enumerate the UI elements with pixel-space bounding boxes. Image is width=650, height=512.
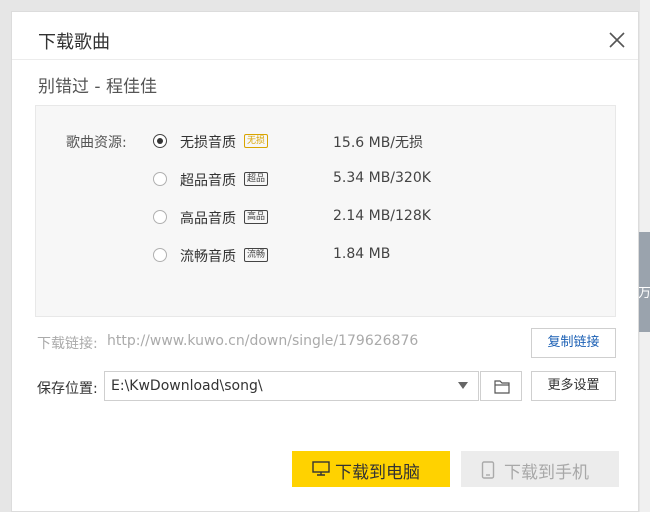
download-to-phone-label: 下载到手机 <box>504 463 589 483</box>
song-title: 别错过 - 程佳佳 <box>38 77 157 97</box>
radio-button[interactable] <box>153 172 167 186</box>
quality-option-high[interactable]: 高品音质 高品 2.14 MB/128K <box>36 207 615 229</box>
quality-tag-badge: 超品 <box>244 172 269 186</box>
download-to-pc-button[interactable]: 下载到电脑 <box>292 451 450 487</box>
close-button[interactable] <box>607 30 627 50</box>
monitor-icon <box>312 461 330 476</box>
copy-link-button[interactable]: 复制链接 <box>531 328 616 358</box>
quality-tag-badge: 无损 <box>244 134 269 148</box>
download-to-pc-label: 下载到电脑 <box>335 463 420 483</box>
title-divider <box>12 59 638 60</box>
quality-tag-badge: 流畅 <box>244 248 269 262</box>
download-to-phone-button[interactable]: 下载到手机 <box>461 451 619 487</box>
radio-button[interactable] <box>153 134 167 148</box>
quality-option-size: 5.34 MB/320K <box>333 170 431 186</box>
folder-icon <box>494 380 510 394</box>
quality-option-super[interactable]: 超品音质 超品 5.34 MB/320K <box>36 169 615 191</box>
quality-option-name: 流畅音质 <box>180 249 236 265</box>
radio-button[interactable] <box>153 248 167 262</box>
dialog-title: 下载歌曲 <box>38 32 110 53</box>
save-path-value: E:\KwDownload\song\ <box>111 378 263 394</box>
download-dialog: 下载歌曲 别错过 - 程佳佳 歌曲资源: 无损音质 无损 15.6 MB/无损 … <box>11 11 639 512</box>
quality-option-lossless[interactable]: 无损音质 无损 15.6 MB/无损 <box>36 131 615 153</box>
background-text: 万 <box>638 286 650 301</box>
quality-option-size: 1.84 MB <box>333 246 391 262</box>
quality-option-name: 无损音质 <box>180 135 236 151</box>
browse-folder-button[interactable] <box>480 371 522 401</box>
quality-option-name: 高品音质 <box>180 211 236 227</box>
quality-option-smooth[interactable]: 流畅音质 流畅 1.84 MB <box>36 245 615 267</box>
phone-icon <box>481 461 495 479</box>
download-link-url: http://www.kuwo.cn/down/single/179626876 <box>107 333 419 349</box>
quality-tag-badge: 高品 <box>244 210 269 224</box>
close-icon <box>609 32 625 48</box>
quality-option-size: 2.14 MB/128K <box>333 208 431 224</box>
quality-option-size: 15.6 MB/无损 <box>333 135 424 151</box>
radio-button[interactable] <box>153 210 167 224</box>
quality-option-name: 超品音质 <box>180 173 236 189</box>
dropdown-arrow-icon[interactable] <box>458 382 468 389</box>
save-path-select[interactable]: E:\KwDownload\song\ <box>104 371 479 401</box>
download-link-label: 下载链接: <box>37 336 98 352</box>
save-location-label: 保存位置: <box>37 381 98 397</box>
quality-panel: 歌曲资源: 无损音质 无损 15.6 MB/无损 超品音质 超品 5.34 MB… <box>35 105 616 317</box>
more-settings-button[interactable]: 更多设置 <box>531 371 616 401</box>
